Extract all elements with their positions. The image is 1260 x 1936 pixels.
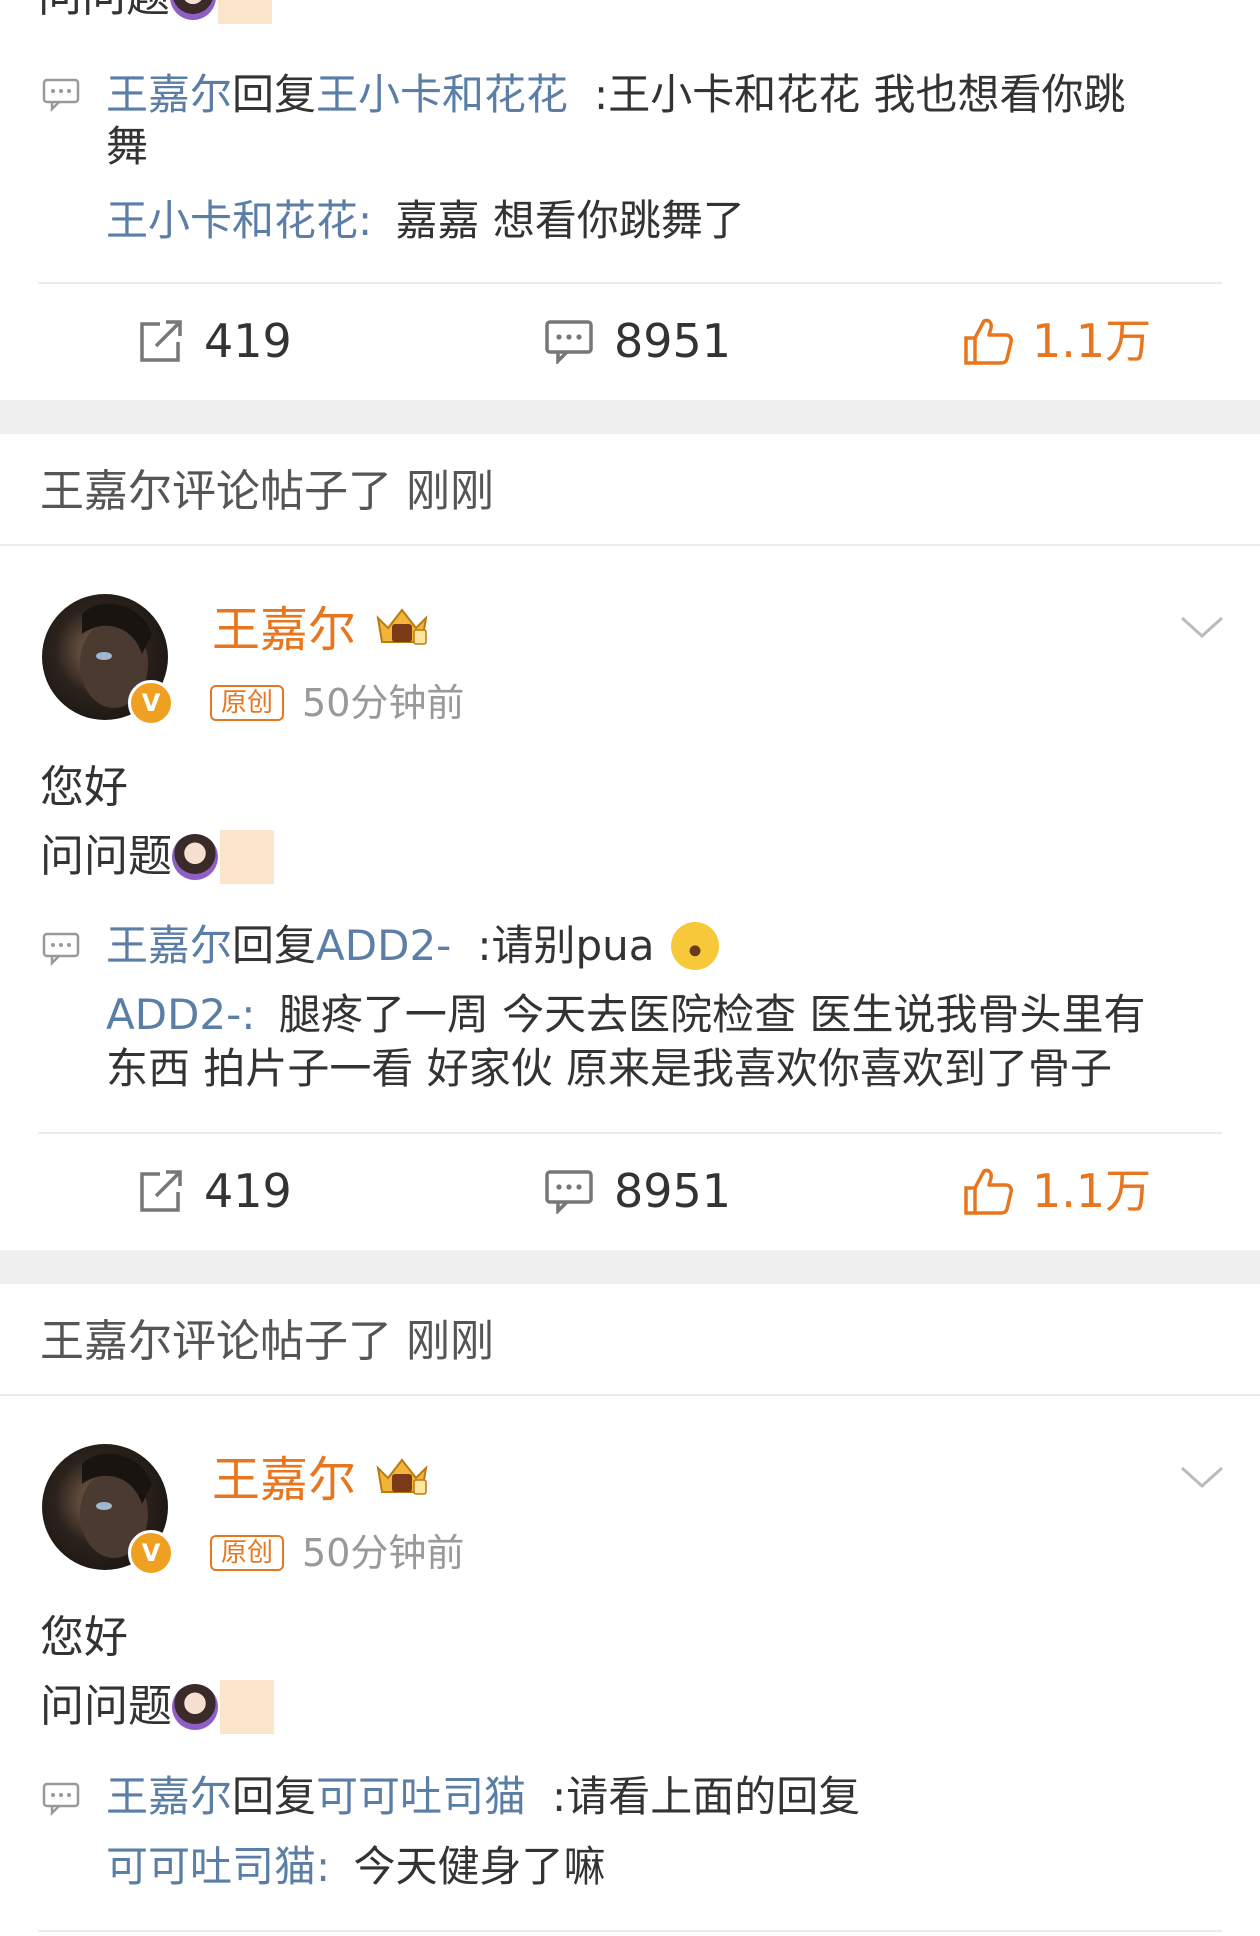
section-title: 王嘉尔评论帖子了 刚刚 (40, 466, 494, 517)
verified-icon: V (128, 1530, 174, 1576)
original-badge: 原创 (210, 1535, 285, 1571)
post-text-line: 您好 (40, 762, 128, 813)
comment-count: 8951 (614, 314, 732, 368)
reply-text: :请别pua (477, 921, 655, 970)
reply-line: 王嘉尔回复ADD2- :请别pua (106, 922, 719, 970)
post-text-line: 问问题 (38, 0, 170, 19)
chevron-down-icon[interactable] (1178, 612, 1226, 642)
reply-author-link[interactable]: 王嘉尔 (106, 921, 232, 970)
post-text-line: 您好 (40, 1612, 128, 1663)
crown-icon[interactable] (374, 604, 430, 648)
section-gap (0, 400, 1260, 434)
like-icon (964, 1168, 1013, 1215)
repost-count: 419 (204, 314, 292, 368)
reply-target-link[interactable]: ADD2- (316, 921, 451, 970)
section-title: 王嘉尔评论帖子了 刚刚 (40, 1316, 494, 1367)
emoji-placeholder-icon (220, 830, 274, 884)
post-text-line: 问问题 (40, 1681, 172, 1732)
repost-count: 419 (204, 1164, 292, 1218)
quoted-text-continued: 东西 拍片子一看 好家伙 原来是我喜欢你喜欢到了骨子 (106, 1044, 1113, 1093)
reply-target-link[interactable]: 可可吐司猫 (316, 1772, 526, 1821)
comment-count: 8951 (614, 1164, 732, 1218)
divider (38, 1930, 1222, 1932)
post-content: 问问题 (38, 0, 272, 24)
post-time: 50分钟前 (302, 1531, 465, 1575)
like-count: 1.1万 (1032, 314, 1152, 368)
original-badge: 原创 (210, 685, 285, 721)
like-button[interactable]: 1.1万 (962, 316, 1151, 366)
woman-raising-hand-emoji (172, 1684, 218, 1730)
verified-icon: V (128, 680, 174, 726)
quoted-text: 嘉嘉 想看你跳舞了 (395, 196, 745, 245)
emoji-placeholder-icon (220, 1680, 274, 1734)
reply-comment-icon (42, 78, 80, 112)
author-name[interactable]: 王嘉尔 (212, 606, 356, 654)
reply-word: 回复 (232, 921, 317, 970)
post-meta: 原创 50分钟前 (210, 684, 464, 722)
surprised-face-emoji (670, 922, 719, 970)
chevron-down-icon[interactable] (1178, 1462, 1226, 1492)
comment-button[interactable]: 8951 (544, 1168, 731, 1214)
reply-line: 王嘉尔回复王小卡和花花:王小卡和花花 我也想看你跳 (106, 74, 1126, 116)
divider (0, 1394, 1260, 1396)
reply-text-continued: 舞 (106, 122, 149, 171)
author-name[interactable]: 王嘉尔 (212, 1456, 356, 1504)
quoted-text: 腿疼了一周 今天去医院检查 医生说我骨头里有 (278, 990, 1146, 1039)
quoted-comment: ADD2-: 腿疼了一周 今天去医院检查 医生说我骨头里有 (106, 990, 1146, 1039)
reply-author-link[interactable]: 王嘉尔 (106, 70, 232, 119)
divider (38, 1132, 1222, 1134)
woman-raising-hand-emoji (170, 0, 216, 20)
comment-button[interactable]: 8951 (544, 318, 731, 364)
post-content: 问问题 (40, 1680, 274, 1734)
reply-target-link[interactable]: 王小卡和花花 (316, 70, 568, 119)
quoted-text: 今天健身了嘛 (353, 1842, 606, 1891)
reply-line: 王嘉尔回复可可吐司猫:请看上面的回复 (106, 1776, 860, 1818)
reply-text: :王小卡和花花 我也想看你跳 (594, 70, 1126, 119)
reply-comment-icon (42, 1782, 80, 1816)
reply-author-link[interactable]: 王嘉尔 (106, 1772, 232, 1821)
quoted-comment: 王小卡和花花: 嘉嘉 想看你跳舞了 (106, 196, 745, 245)
post-time: 50分钟前 (302, 681, 465, 725)
repost-button[interactable]: 419 (136, 318, 292, 364)
reply-comment-icon (42, 932, 80, 966)
post-text-line: 问问题 (40, 831, 172, 882)
repost-button[interactable]: 419 (136, 1168, 292, 1214)
quoted-author-link[interactable]: 王小卡和花花 (106, 196, 358, 245)
post-meta: 原创 50分钟前 (210, 1534, 464, 1572)
like-button[interactable]: 1.1万 (962, 1166, 1151, 1216)
divider (0, 544, 1260, 546)
emoji-placeholder-icon (218, 0, 272, 24)
like-icon (964, 318, 1013, 365)
quoted-author-link[interactable]: 可可吐司猫 (106, 1842, 316, 1891)
section-gap (0, 1250, 1260, 1284)
reply-word: 回复 (232, 1772, 317, 1821)
woman-raising-hand-emoji (172, 834, 218, 880)
crown-icon[interactable] (374, 1454, 430, 1498)
comment-icon (545, 1170, 593, 1214)
comment-icon (545, 320, 593, 364)
quoted-author-link[interactable]: ADD2- (106, 990, 241, 1039)
quoted-comment: 可可吐司猫: 今天健身了嘛 (106, 1842, 606, 1891)
reply-text: :请看上面的回复 (552, 1772, 861, 1821)
post-content: 问问题 (40, 830, 274, 884)
like-count: 1.1万 (1032, 1164, 1152, 1218)
repost-icon (140, 320, 182, 362)
repost-icon (140, 1170, 182, 1212)
reply-word: 回复 (232, 70, 317, 119)
divider (38, 282, 1222, 284)
